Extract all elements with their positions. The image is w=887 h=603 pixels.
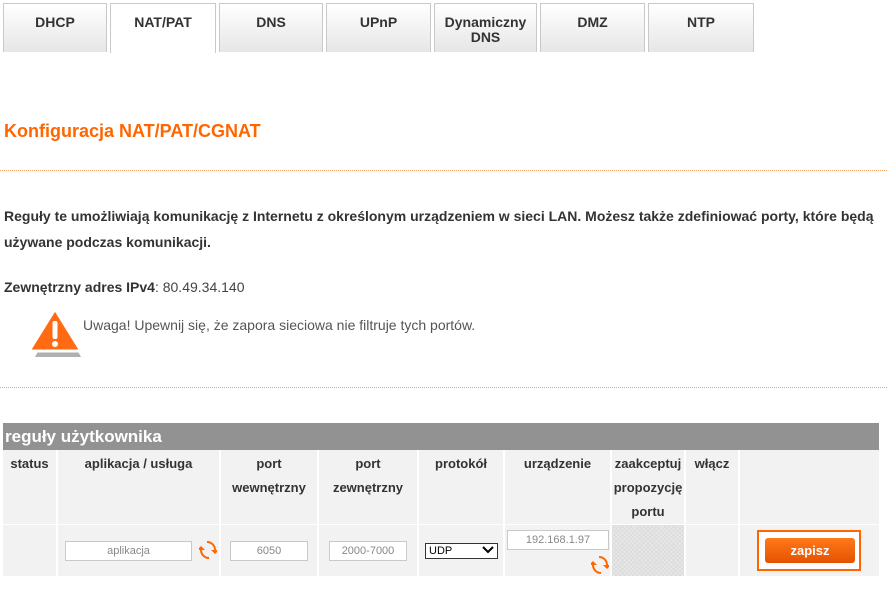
page-title: Konfiguracja NAT/PAT/CGNAT — [4, 121, 261, 141]
tab-dhcp[interactable]: DHCP — [3, 3, 107, 52]
cell-enable — [686, 525, 739, 576]
col-header-text: port — [355, 456, 381, 471]
col-header-status: status — [3, 450, 57, 524]
tab-dns[interactable]: DNS — [219, 3, 323, 52]
col-header-port-ext: port zewnętrzny — [319, 450, 418, 524]
col-header-text: zewnętrzny — [332, 480, 404, 495]
protocol-select[interactable]: UDP — [425, 543, 498, 559]
table-title: reguły użytkownika — [3, 423, 879, 450]
col-header-text: zaakceptuj — [614, 456, 682, 471]
tab-dmz[interactable]: DMZ — [540, 3, 645, 52]
cell-app: aplikacja — [58, 525, 220, 576]
external-ip-label: Zewnętrzny adres IPv4 — [4, 279, 155, 295]
col-header-protocol: protokół — [419, 450, 504, 524]
external-ip-value: : 80.49.34.140 — [154, 279, 245, 295]
tab-dynamic-dns[interactable]: Dynamiczny DNS — [434, 3, 537, 52]
tab-label: DMZ — [577, 14, 608, 30]
cell-accept-disabled — [612, 525, 685, 576]
tab-label: NAT/PAT — [134, 14, 192, 30]
protocol-value: UDP — [429, 545, 453, 557]
col-header-device: urządzenie — [505, 450, 611, 524]
tab-nat-pat[interactable]: NAT/PAT — [110, 3, 216, 53]
col-header-text: urządzenie — [523, 456, 592, 471]
tab-label: NTP — [687, 14, 715, 30]
tab-ntp[interactable]: NTP — [648, 3, 754, 52]
col-header-text: wewnętrzny — [232, 480, 306, 495]
cell-port-int: 6050 — [221, 525, 318, 576]
col-header-app: aplikacja / usługa — [58, 450, 220, 524]
warning-text: Uwaga! Upewnij się, że zapora sieciowa n… — [83, 317, 476, 333]
chevron-down-icon — [482, 546, 494, 554]
save-button[interactable]: zapisz — [765, 538, 855, 563]
tab-label-line1: Dynamiczny — [444, 14, 527, 30]
cell-port-ext: 2000-7000 — [319, 525, 418, 576]
cell-protocol: UDP — [419, 525, 504, 576]
save-button-focus-ring: zapisz — [757, 530, 861, 571]
col-header-port-int: port wewnętrzny — [221, 450, 318, 524]
port-external-input[interactable]: 2000-7000 — [329, 541, 407, 561]
col-header-text: port — [256, 456, 282, 471]
col-header-accept: zaakceptuj propozycję portu — [612, 450, 685, 524]
tab-label: DHCP — [35, 14, 75, 30]
col-header-actions — [740, 450, 879, 524]
cell-device: 192.168.1.97 — [505, 525, 611, 576]
col-header-text: aplikacja / usługa — [84, 456, 193, 471]
col-header-text: portu — [631, 504, 665, 519]
warning-icon — [27, 307, 83, 357]
port-internal-input[interactable]: 6050 — [230, 541, 308, 561]
tab-label-line2: DNS — [470, 29, 501, 45]
tab-upnp[interactable]: UPnP — [326, 3, 431, 52]
page-description: Reguły te umożliwiają komunikację z Inte… — [4, 208, 874, 250]
app-input[interactable]: aplikacja — [65, 541, 192, 561]
external-ip: Zewnętrzny adres IPv4: 80.49.34.140 — [4, 279, 244, 295]
col-header-enable: włącz — [686, 450, 739, 524]
col-header-text: status — [10, 456, 49, 471]
tab-label: UPnP — [359, 14, 398, 30]
cell-status — [3, 525, 57, 576]
col-header-text: włącz — [694, 456, 730, 471]
device-input[interactable]: 192.168.1.97 — [507, 530, 609, 550]
refresh-icon[interactable] — [199, 541, 217, 559]
tab-bar: DHCP NAT/PAT DNS UPnP Dynamiczny DNS DMZ… — [3, 3, 757, 53]
divider — [0, 170, 887, 171]
col-header-text: protokół — [435, 456, 487, 471]
col-header-text: propozycję — [613, 480, 683, 495]
refresh-icon[interactable] — [591, 556, 609, 574]
divider — [0, 387, 887, 388]
tab-label: DNS — [256, 14, 286, 30]
